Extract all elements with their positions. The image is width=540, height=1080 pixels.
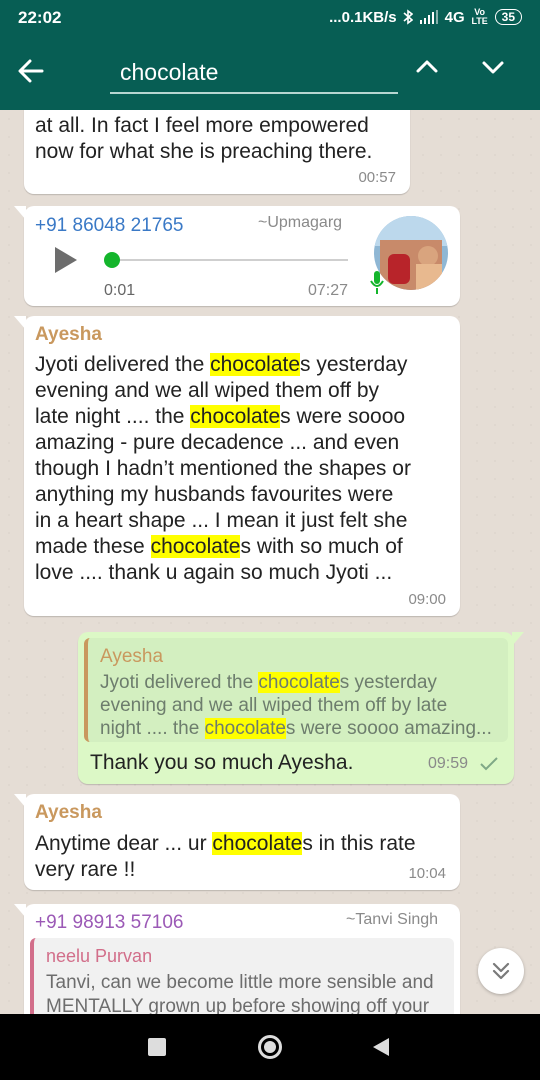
search-input[interactable] xyxy=(110,54,398,90)
quoted-text: Tanvi, can we become little more sensibl… xyxy=(46,972,434,1014)
quoted-text: Jyoti delivered the chocolates yesterday… xyxy=(100,672,492,739)
system-navigation-bar xyxy=(0,1014,540,1080)
message-bubble[interactable]: Ayesha Anytime dear ... ur chocolates in… xyxy=(14,794,460,890)
message-bubble[interactable]: at all. In fact I feel more empowered no… xyxy=(24,110,410,194)
message-text: at all. In fact I feel more empowered no… xyxy=(35,114,373,163)
search-highlight: chocolate xyxy=(258,672,340,693)
message-text: Jyoti delivered the chocolates yesterday… xyxy=(35,353,411,584)
voice-message-bubble[interactable]: +91 86048 21765 ~Upmagarg 0:01 07:27 xyxy=(14,206,460,306)
status-bar: 22:02 ...0.1KB/s 4G Vo LTE 35 xyxy=(0,0,540,34)
message-time: 09:00 xyxy=(408,591,446,608)
back-button[interactable] xyxy=(18,54,58,90)
bluetooth-icon xyxy=(403,9,413,25)
message-time: 07:27 xyxy=(308,282,349,299)
play-icon xyxy=(55,247,77,273)
search-app-bar xyxy=(0,34,540,110)
home-button[interactable] xyxy=(258,1035,282,1059)
quoted-sender: neelu Purvan xyxy=(46,946,153,966)
audio-seekbar[interactable] xyxy=(104,252,348,268)
double-chevron-down-icon xyxy=(492,962,510,980)
sender-alias: ~Upmagarg xyxy=(258,214,343,231)
network-speed: ...0.1KB/s xyxy=(329,8,397,26)
sender-name[interactable]: Ayesha xyxy=(35,802,102,824)
sender-phone[interactable]: +91 86048 21765 xyxy=(35,215,183,237)
battery-icon: 35 xyxy=(494,9,522,25)
scroll-to-bottom-button[interactable] xyxy=(478,948,524,994)
network-type: 4G xyxy=(444,8,465,26)
search-highlight: chocolate xyxy=(212,832,303,855)
play-button[interactable] xyxy=(52,244,84,278)
mic-icon xyxy=(370,271,384,294)
search-next-button[interactable] xyxy=(480,54,512,86)
sender-phone[interactable]: +91 98913 57106 xyxy=(35,912,183,934)
message-bubble[interactable]: Ayesha Jyoti delivered the chocolates ye… xyxy=(14,316,460,616)
recents-button[interactable] xyxy=(148,1038,166,1056)
message-text: Thank you so much Ayesha. xyxy=(90,751,354,774)
message-bubble[interactable]: +91 98913 57106 ~Tanvi Singh neelu Purva… xyxy=(14,904,460,1014)
search-highlight: chocolate xyxy=(190,405,281,428)
chevron-down-icon xyxy=(482,61,504,74)
quoted-sender: Ayesha xyxy=(100,646,164,667)
message-time: 10:04 xyxy=(408,865,446,882)
search-field[interactable] xyxy=(110,54,398,94)
sender-alias: ~Tanvi Singh xyxy=(346,911,439,928)
chevron-up-icon xyxy=(416,60,438,73)
audio-thumb[interactable] xyxy=(104,252,120,268)
status-icons: ...0.1KB/s 4G Vo LTE 35 xyxy=(329,8,522,26)
volte-label: Vo LTE xyxy=(471,7,488,26)
search-highlight: chocolate xyxy=(204,718,286,739)
search-previous-button[interactable] xyxy=(414,54,446,86)
message-time: 00:57 xyxy=(358,169,396,186)
read-tick-icon xyxy=(480,757,498,771)
back-nav-icon[interactable] xyxy=(372,1037,390,1057)
avatar[interactable] xyxy=(374,216,448,290)
message-text: Anytime dear ... ur chocolates in this r… xyxy=(35,832,416,881)
search-highlight: chocolate xyxy=(150,535,241,558)
status-time: 22:02 xyxy=(18,8,62,27)
message-time: 09:59 xyxy=(427,755,468,772)
search-highlight: chocolate xyxy=(210,353,301,376)
chat-messages[interactable]: at all. In fact I feel more empowered no… xyxy=(0,110,540,1014)
audio-track xyxy=(106,259,348,261)
sender-name[interactable]: Ayesha xyxy=(35,324,102,346)
quoted-message[interactable]: neelu Purvan Tanvi, can we become little… xyxy=(30,938,454,1014)
voice-duration: 0:01 xyxy=(104,282,136,299)
signal-icon xyxy=(419,10,438,24)
outgoing-message-bubble[interactable]: Ayesha Jyoti delivered the chocolates ye… xyxy=(78,632,524,784)
arrow-left-icon xyxy=(18,59,44,83)
quoted-message[interactable]: Ayesha Jyoti delivered the chocolates ye… xyxy=(84,638,508,742)
